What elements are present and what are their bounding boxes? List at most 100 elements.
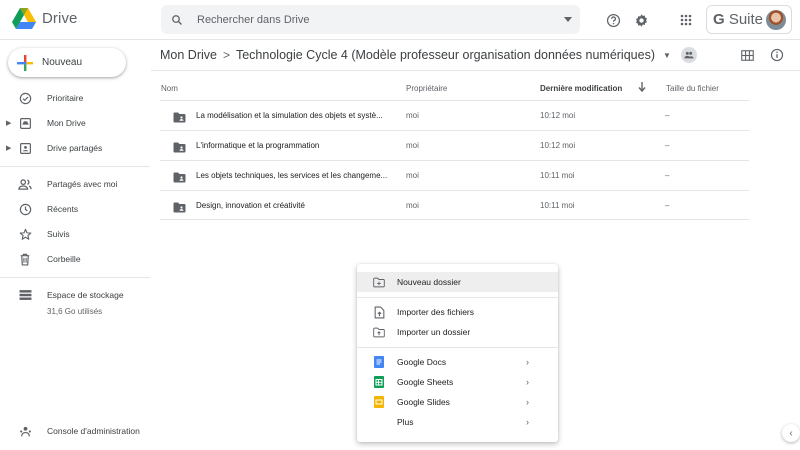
file-upload-icon [373, 306, 385, 318]
collapse-side-panel-icon[interactable]: ‹ [782, 424, 800, 442]
sidebar-item-label: Drive partagés [47, 143, 103, 153]
sidebar-item-shared-with-me[interactable]: Partagés avec moi [0, 173, 150, 195]
menu-item-import-files[interactable]: Importer des fichiers [357, 302, 558, 322]
file-size: – [665, 111, 670, 120]
shared-folder-icon [173, 110, 186, 128]
shared-folder-icon [173, 170, 186, 188]
search-icon[interactable] [161, 14, 191, 26]
table-row[interactable]: Les objets techniques, les services et l… [160, 160, 749, 190]
sort-arrow-down-icon[interactable] [638, 82, 646, 94]
table-row[interactable]: L'informatique et la programmation moi 1… [160, 130, 749, 160]
content-divider [151, 70, 800, 71]
drive-logo-icon [12, 8, 36, 29]
sidebar-item-shared-drives[interactable]: ▶ Drive partagés [0, 137, 150, 159]
grid-view-icon[interactable] [738, 46, 756, 64]
sidebar-item-label: Suivis [47, 229, 70, 239]
expand-arrow-icon[interactable]: ▶ [6, 119, 11, 127]
shared-folder-icon [173, 200, 186, 218]
clock-icon [18, 202, 32, 216]
gsuite-logo: G Suite [713, 11, 764, 28]
shared-folder-icon [173, 140, 186, 158]
user-avatar[interactable] [766, 10, 786, 30]
google-sheets-icon [373, 376, 385, 388]
menu-item-label: Google Docs [397, 357, 447, 367]
file-name: Design, innovation et créativité [196, 201, 305, 210]
chevron-down-icon[interactable]: ▼ [663, 51, 671, 60]
storage-icon [18, 288, 32, 302]
menu-item-google-sheets[interactable]: Google Sheets › [357, 372, 558, 392]
sidebar-item-admin-console[interactable]: Console d'administration [0, 420, 150, 442]
file-modified: 10:11 moi [540, 201, 575, 210]
column-header-name[interactable]: Nom [161, 84, 178, 93]
table-row[interactable]: Design, innovation et créativité moi 10:… [160, 190, 749, 220]
sidebar-item-priority[interactable]: Prioritaire [0, 87, 150, 109]
menu-item-label: Nouveau dossier [397, 277, 461, 287]
sidebar-item-starred[interactable]: Suivis [0, 223, 150, 245]
menu-item-google-slides[interactable]: Google Slides › [357, 392, 558, 412]
sidebar-item-storage[interactable]: Espace de stockage [0, 284, 150, 306]
info-icon[interactable] [768, 46, 786, 64]
menu-item-label: Importer des fichiers [397, 307, 474, 317]
sidebar-item-label: Corbeille [47, 254, 81, 264]
sidebar-divider [0, 277, 150, 278]
menu-item-new-folder[interactable]: Nouveau dossier [357, 272, 558, 292]
plus-icon [17, 54, 33, 71]
check-circle-icon [18, 91, 32, 105]
menu-item-import-folder[interactable]: Importer un dossier [357, 322, 558, 342]
drive-app: Drive Rechercher dans Drive G Suite Nouv… [0, 0, 800, 450]
gsuite-account-button[interactable]: G Suite [706, 5, 792, 34]
breadcrumb: Mon Drive > Technologie Cycle 4 (Modèle … [160, 44, 697, 66]
menu-item-more[interactable]: Plus › [357, 412, 558, 432]
chevron-right-icon: › [526, 417, 529, 427]
breadcrumb-root[interactable]: Mon Drive [160, 48, 217, 62]
sidebar-item-recent[interactable]: Récents [0, 198, 150, 220]
file-modified: 10:12 moi [540, 111, 576, 120]
apps-grid-icon[interactable] [675, 9, 697, 31]
column-header-size[interactable]: Taille du fichier [666, 84, 719, 93]
search-options-icon[interactable] [556, 17, 580, 22]
menu-item-label: Google Slides [397, 397, 450, 407]
star-icon [18, 227, 32, 241]
google-slides-icon [373, 396, 385, 408]
new-item-context-menu: Nouveau dossier Importer des fichiers Im… [357, 264, 558, 442]
trash-icon [18, 252, 32, 266]
menu-divider [357, 297, 558, 298]
sidebar-item-label: Partagés avec moi [47, 179, 118, 189]
file-owner: moi [406, 171, 419, 180]
google-docs-icon [373, 356, 385, 368]
settings-gear-icon[interactable] [630, 9, 652, 31]
file-name: L'informatique et la programmation [196, 141, 320, 150]
help-icon[interactable] [602, 9, 624, 31]
drive-icon [18, 116, 32, 130]
table-row[interactable]: La modélisation et la simulation des obj… [160, 100, 749, 130]
new-folder-icon [373, 276, 385, 288]
new-button[interactable]: Nouveau [8, 48, 126, 77]
file-name: La modélisation et la simulation des obj… [196, 111, 383, 120]
expand-arrow-icon[interactable]: ▶ [6, 144, 11, 152]
breadcrumb-current-folder[interactable]: Technologie Cycle 4 (Modèle professeur o… [236, 48, 655, 62]
new-button-label: Nouveau [42, 57, 83, 68]
shared-drive-icon [18, 141, 32, 155]
chevron-right-icon: > [222, 48, 230, 62]
sidebar-item-trash[interactable]: Corbeille [0, 248, 150, 270]
chevron-right-icon: › [526, 377, 529, 387]
drive-logo[interactable]: Drive [12, 8, 78, 29]
menu-item-label: Google Sheets [397, 377, 454, 387]
menu-item-google-docs[interactable]: Google Docs › [357, 352, 558, 372]
chevron-right-icon: › [526, 397, 529, 407]
file-size: – [665, 141, 670, 150]
sidebar-item-label: Mon Drive [47, 118, 86, 128]
folder-upload-icon [373, 326, 385, 338]
file-owner: moi [406, 111, 419, 120]
sidebar-item-label: Console d'administration [47, 426, 140, 436]
column-header-owner[interactable]: Propriétaire [406, 84, 447, 93]
file-size: – [665, 171, 670, 180]
shared-people-icon[interactable] [680, 47, 697, 63]
sidebar-item-my-drive[interactable]: ▶ Mon Drive [0, 112, 150, 134]
search-input[interactable]: Rechercher dans Drive [191, 14, 556, 26]
file-owner: moi [406, 141, 419, 150]
chevron-right-icon: › [526, 357, 529, 367]
search-bar[interactable]: Rechercher dans Drive [161, 5, 580, 34]
sidebar-item-label: Prioritaire [47, 93, 84, 103]
column-header-modified[interactable]: Dernière modification [540, 84, 622, 93]
